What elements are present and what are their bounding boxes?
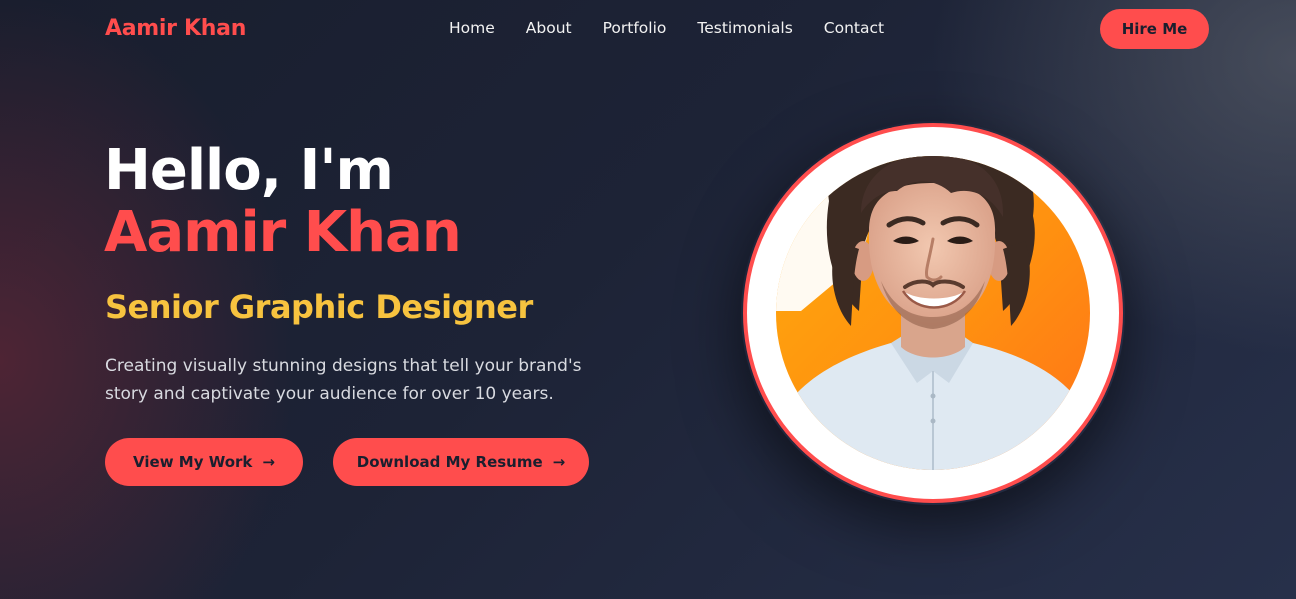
top-navbar: Aamir Khan Home About Portfolio Testimon… [0, 0, 1296, 60]
hero-description: Creating visually stunning designs that … [105, 356, 582, 404]
hero-greeting: Hello, I'm [104, 138, 394, 203]
nav-link-testimonials[interactable]: Testimonials [697, 19, 792, 37]
arrow-right-icon: → [552, 453, 566, 471]
view-my-work-button[interactable]: View My Work → [105, 438, 303, 486]
download-resume-label: Download My Resume [356, 453, 543, 471]
nav-link-contact[interactable]: Contact [824, 19, 884, 37]
main-menu: Home About Portfolio Testimonials Contac… [449, 19, 884, 37]
brand-logo[interactable]: Aamir Khan [105, 16, 246, 41]
arrow-right-icon: → [262, 453, 275, 471]
nav-link-portfolio[interactable]: Portfolio [603, 19, 667, 37]
view-my-work-label: View My Work [133, 453, 253, 471]
hire-me-button[interactable]: Hire Me [1100, 9, 1209, 49]
hero-name: Aamir Khan [104, 200, 462, 265]
nav-link-home[interactable]: Home [449, 19, 495, 37]
download-resume-button[interactable]: Download My Resume → [333, 438, 589, 486]
nav-link-about[interactable]: About [526, 19, 572, 37]
profile-photo [743, 123, 1123, 503]
hero-role: Senior Graphic Designer [105, 288, 533, 326]
